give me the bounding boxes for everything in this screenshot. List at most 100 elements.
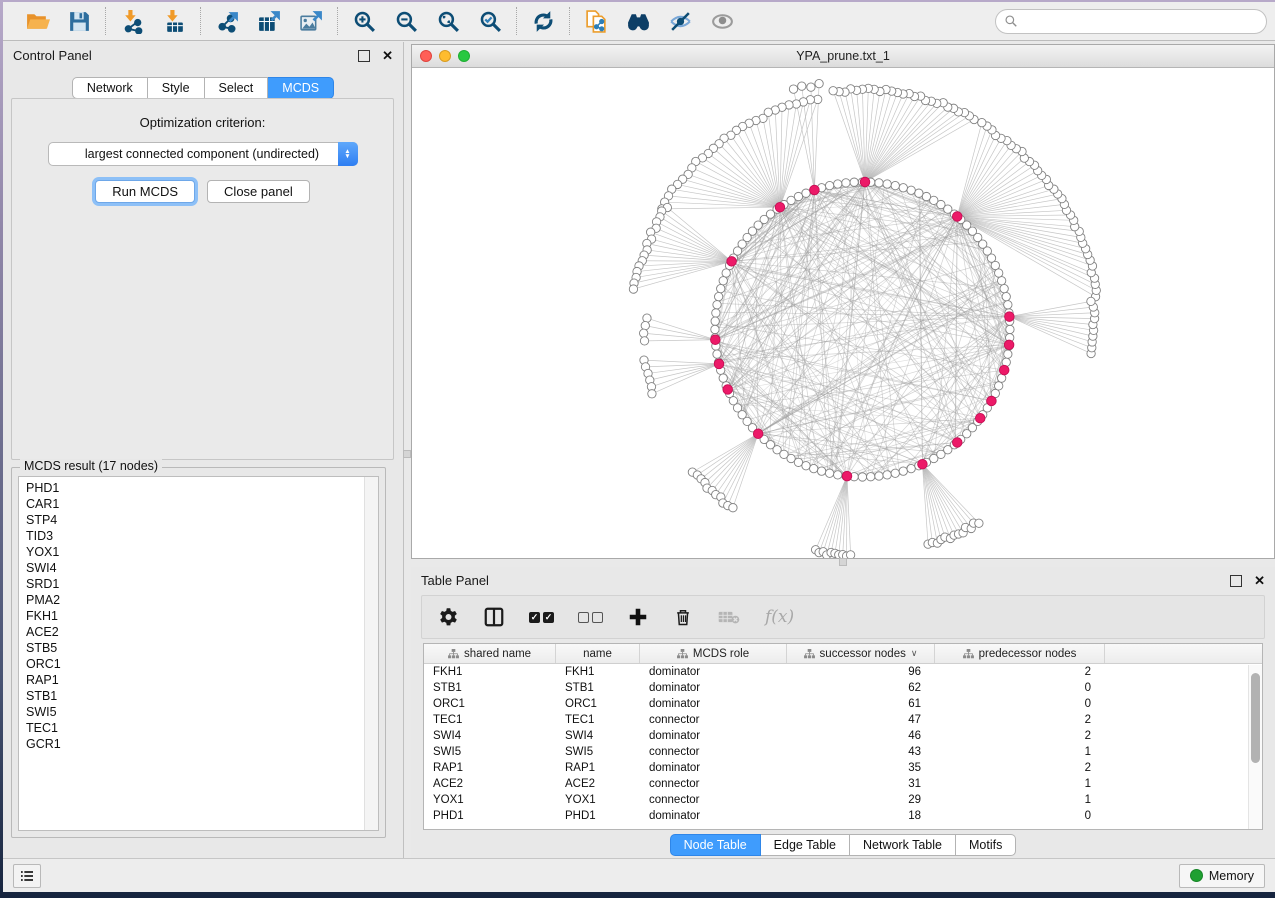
graph-node[interactable] <box>629 285 637 293</box>
table-cell[interactable]: connector <box>640 746 787 758</box>
graph-node[interactable] <box>711 325 719 333</box>
graph-node[interactable] <box>1006 325 1014 333</box>
mcds-result-item[interactable]: SRD1 <box>19 576 378 592</box>
optimization-criterion-select[interactable]: largest connected component (undirected)… <box>48 142 358 166</box>
show-log-icon[interactable] <box>13 864 41 888</box>
mcds-result-list[interactable]: PHD1CAR1STP4TID3YOX1SWI4SRD1PMA2FKH1ACE2… <box>18 476 379 831</box>
graph-node[interactable] <box>899 467 907 475</box>
table-row[interactable]: ORC1ORC1dominator610 <box>424 696 1262 712</box>
table-row[interactable]: STB1STB1dominator620 <box>424 680 1262 696</box>
graph-node[interactable] <box>975 519 983 527</box>
tab-select[interactable]: Select <box>205 77 269 99</box>
table-cell[interactable]: dominator <box>640 682 787 694</box>
graph-node[interactable] <box>1004 350 1012 358</box>
table-cell[interactable]: connector <box>640 794 787 806</box>
table-cell[interactable]: 43 <box>787 746 935 758</box>
graph-node[interactable] <box>922 192 930 200</box>
table-cell[interactable]: 29 <box>787 794 935 806</box>
mcds-result-item[interactable]: STB5 <box>19 640 378 656</box>
import-network-icon[interactable] <box>118 7 146 35</box>
table-cell[interactable]: SWI4 <box>556 730 640 742</box>
graph-node[interactable] <box>798 82 806 90</box>
table-row[interactable]: YOX1YOX1connector291 <box>424 792 1262 808</box>
graph-node[interactable] <box>817 467 825 475</box>
float-panel-icon[interactable] <box>358 50 370 62</box>
graph-node[interactable] <box>719 374 727 382</box>
add-row-icon[interactable] <box>627 604 649 630</box>
duplicate-network-icon[interactable] <box>582 7 610 35</box>
graph-node[interactable] <box>834 471 842 479</box>
graph-node[interactable] <box>1000 284 1008 292</box>
table-scrollbar[interactable] <box>1248 665 1262 829</box>
graph-node[interactable] <box>794 458 802 466</box>
mcds-result-item[interactable]: SWI5 <box>19 704 378 720</box>
tab-edge-table[interactable]: Edge Table <box>761 834 850 856</box>
graph-node[interactable] <box>775 202 785 212</box>
table-row[interactable]: TEC1TEC1connector472 <box>424 712 1262 728</box>
graph-node[interactable] <box>1002 292 1010 300</box>
table-cell[interactable]: TEC1 <box>556 714 640 726</box>
graph-node[interactable] <box>789 85 797 93</box>
graph-node[interactable] <box>891 181 899 189</box>
graph-node[interactable] <box>639 329 647 337</box>
table-row[interactable]: ACE2ACE2connector311 <box>424 776 1262 792</box>
column-header-name[interactable]: name <box>556 644 640 663</box>
column-header-shared-name[interactable]: shared name <box>424 644 556 663</box>
table-cell[interactable]: dominator <box>640 730 787 742</box>
horizontal-splitter[interactable] <box>411 559 1275 567</box>
graph-node[interactable] <box>753 429 763 439</box>
graph-node[interactable] <box>850 178 858 186</box>
mcds-result-item[interactable]: STB1 <box>19 688 378 704</box>
graph-node[interactable] <box>834 180 842 188</box>
table-cell[interactable]: 0 <box>935 682 1105 694</box>
graph-node[interactable] <box>997 277 1005 285</box>
graph-node[interactable] <box>717 284 725 292</box>
table-cell[interactable]: PHD1 <box>424 810 556 822</box>
graph-node[interactable] <box>1004 301 1012 309</box>
graph-node[interactable] <box>846 551 854 558</box>
table-cell[interactable]: 2 <box>935 666 1105 678</box>
graph-node[interactable] <box>802 462 810 470</box>
column-header-MCDS-role[interactable]: MCDS role <box>640 644 787 663</box>
graph-node[interactable] <box>918 459 928 469</box>
save-session-icon[interactable] <box>65 7 93 35</box>
graph-node[interactable] <box>875 179 883 187</box>
graph-node[interactable] <box>810 464 818 472</box>
mcds-result-item[interactable]: PMA2 <box>19 592 378 608</box>
graph-node[interactable] <box>648 390 656 398</box>
graph-node[interactable] <box>875 472 883 480</box>
graph-node[interactable] <box>714 292 722 300</box>
graph-node[interactable] <box>807 83 815 91</box>
table-cell[interactable]: SWI5 <box>424 746 556 758</box>
tab-style[interactable]: Style <box>148 77 205 99</box>
table-cell[interactable]: TEC1 <box>424 714 556 726</box>
graph-node[interactable] <box>883 471 891 479</box>
graph-node[interactable] <box>713 301 721 309</box>
table-cell[interactable]: dominator <box>640 666 787 678</box>
graph-node[interactable] <box>711 317 719 325</box>
mcds-result-item[interactable]: GCR1 <box>19 736 378 752</box>
graph-node[interactable] <box>712 309 720 317</box>
graph-node[interactable] <box>1087 297 1095 305</box>
graph-node[interactable] <box>829 87 837 95</box>
graph-node[interactable] <box>815 79 823 87</box>
table-cell[interactable]: 0 <box>935 810 1105 822</box>
run-mcds-button[interactable]: Run MCDS <box>95 180 195 203</box>
delete-row-icon[interactable] <box>673 604 693 630</box>
table-cell[interactable]: 2 <box>935 762 1105 774</box>
graph-node[interactable] <box>1004 340 1014 350</box>
table-row[interactable]: PHD1PHD1dominator180 <box>424 808 1262 824</box>
graph-node[interactable] <box>810 185 820 195</box>
table-cell[interactable]: RAP1 <box>424 762 556 774</box>
table-cell[interactable]: STB1 <box>424 682 556 694</box>
graph-node[interactable] <box>995 382 1003 390</box>
network-graph[interactable] <box>412 68 1274 558</box>
mcds-result-item[interactable]: FKH1 <box>19 608 378 624</box>
show-columns-icon[interactable] <box>483 604 505 630</box>
graph-node[interactable] <box>842 471 852 481</box>
graph-node[interactable] <box>722 269 730 277</box>
table-cell[interactable]: dominator <box>640 762 787 774</box>
export-network-icon[interactable] <box>213 7 241 35</box>
graph-node[interactable] <box>713 350 721 358</box>
table-cell[interactable]: 1 <box>935 778 1105 790</box>
